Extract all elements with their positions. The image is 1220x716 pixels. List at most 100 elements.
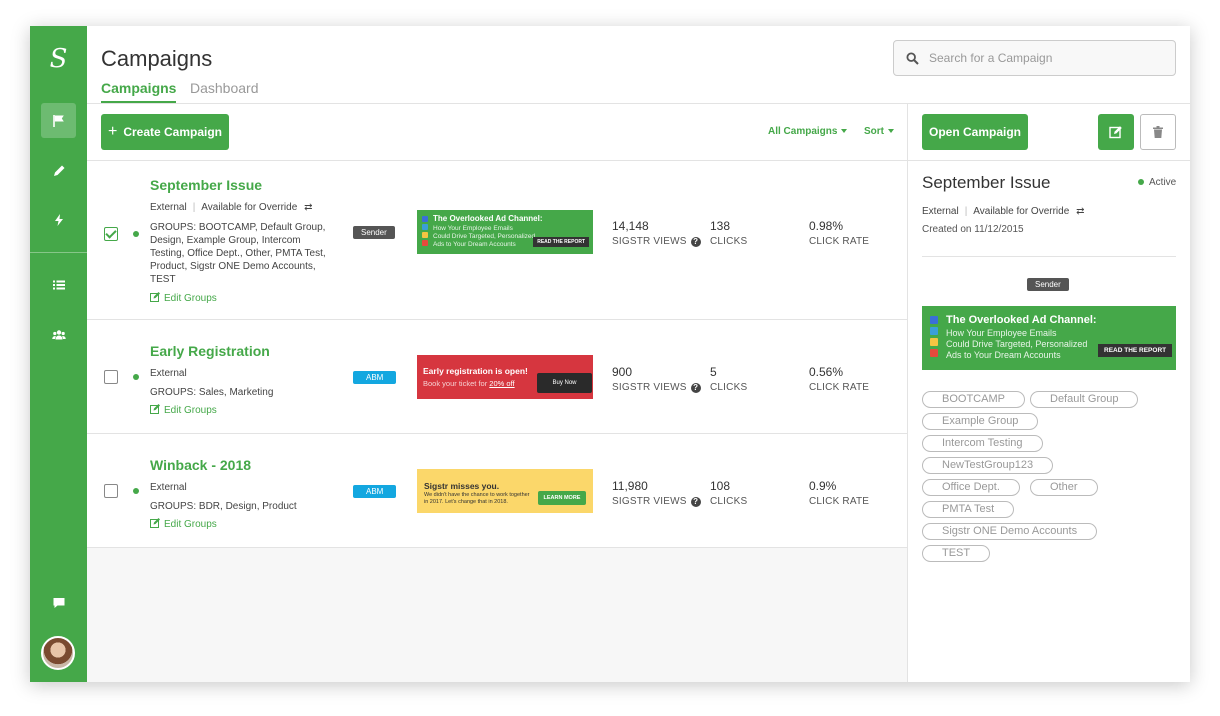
- check-icon: [930, 349, 938, 357]
- create-campaign-button[interactable]: + Create Campaign: [101, 114, 229, 150]
- nav-campaigns[interactable]: [41, 103, 76, 138]
- edit-campaign-button[interactable]: [1098, 114, 1134, 150]
- banner-line: Could Drive Targeted, Personalized: [946, 339, 1088, 349]
- campaign-list-panel: + Create Campaign All Campaigns Sort Sep…: [87, 104, 907, 682]
- active-status-dot: [1138, 179, 1144, 185]
- group-chip[interactable]: PMTA Test: [922, 501, 1015, 518]
- banner-title: The Overlooked Ad Channel:: [433, 214, 543, 223]
- active-status-dot: [133, 488, 139, 494]
- check-icon: [422, 224, 428, 230]
- nav-list[interactable]: [41, 267, 76, 302]
- views-label-text: SIGSTR VIEWS: [612, 496, 687, 507]
- views-label: SIGSTR VIEWS?: [612, 496, 701, 507]
- edit-groups-link[interactable]: Edit Groups: [150, 518, 217, 530]
- sort-label: Sort: [864, 126, 884, 137]
- views-label: SIGSTR VIEWS?: [612, 382, 701, 393]
- edit-groups-link[interactable]: Edit Groups: [150, 292, 217, 304]
- group-chip[interactable]: Example Group: [922, 413, 1039, 430]
- caret-down-icon: [888, 129, 894, 134]
- active-status-dot: [133, 231, 139, 237]
- campaign-row[interactable]: Early Registration External GROUPS: Sale…: [87, 320, 907, 434]
- caret-down-icon: [841, 129, 848, 134]
- nav-design[interactable]: [41, 153, 76, 188]
- campaign-filter-dropdown[interactable]: All Campaigns: [768, 126, 848, 137]
- group-chip[interactable]: Other: [1030, 479, 1098, 496]
- status-indicator: Active: [1138, 177, 1176, 188]
- row-checkbox[interactable]: [104, 227, 118, 241]
- search-box[interactable]: [893, 40, 1176, 76]
- campaign-name[interactable]: September Issue: [150, 177, 262, 193]
- help-icon[interactable]: ?: [690, 237, 701, 247]
- detail-toolbar: Open Campaign: [908, 104, 1190, 161]
- campaign-name[interactable]: Early Registration: [150, 343, 270, 359]
- nav-users[interactable]: [41, 317, 76, 352]
- app-window: S Campaigns Campaigns Dashboard Search f…: [30, 26, 1190, 682]
- banner-cta: READ THE REPORT: [533, 237, 589, 247]
- list-icon: [52, 280, 65, 289]
- search-input[interactable]: [929, 51, 1159, 65]
- campaign-banner[interactable]: The Overlooked Ad Channel: How Your Empl…: [417, 210, 593, 254]
- group-chip[interactable]: Office Dept.: [922, 479, 1020, 496]
- tab-campaigns[interactable]: Campaigns: [101, 80, 177, 103]
- views-value: 14,148: [612, 219, 649, 233]
- row-checkbox[interactable]: [104, 370, 118, 384]
- views-value: 900: [612, 365, 633, 379]
- edit-icon: [150, 292, 160, 302]
- check-icon: [930, 327, 938, 335]
- row-checkbox[interactable]: [104, 484, 118, 498]
- campaign-row[interactable]: September Issue External | Available for O…: [87, 161, 907, 320]
- edit-icon: [150, 518, 160, 528]
- group-chip[interactable]: TEST: [922, 545, 991, 562]
- campaign-groups: GROUPS: BOOTCAMP, Default Group, Design,…: [150, 222, 326, 285]
- override-label: Available for Override: [201, 202, 298, 213]
- create-campaign-label: Create Campaign: [123, 125, 223, 139]
- page-title: Campaigns: [101, 46, 213, 71]
- open-campaign-button[interactable]: Open Campaign: [922, 114, 1028, 150]
- sigstr-logo[interactable]: S: [30, 44, 87, 74]
- created-date: Created on 11/12/2015: [922, 224, 1024, 235]
- banner-line: How Your Employee Emails: [946, 328, 1057, 338]
- banner-line: How Your Employee Emails: [433, 225, 513, 232]
- nav-automation[interactable]: [41, 202, 76, 237]
- sidebar: S: [30, 26, 87, 682]
- nav-chat[interactable]: [41, 585, 76, 620]
- pencil-icon: [53, 165, 64, 176]
- detail-banner[interactable]: The Overlooked Ad Channel: How Your Empl…: [922, 306, 1176, 370]
- help-icon[interactable]: ?: [690, 383, 701, 393]
- banner-line: Could Drive Targeted, Personalized: [433, 233, 536, 240]
- group-chip[interactable]: BOOTCAMP: [922, 391, 1025, 408]
- group-chip[interactable]: Intercom Testing: [922, 435, 1043, 452]
- search-icon: [906, 51, 919, 65]
- campaign-type: External: [150, 482, 187, 493]
- campaign-type: External: [922, 206, 959, 217]
- banner-line: Ads to Your Dream Accounts: [946, 350, 1061, 360]
- user-avatar[interactable]: [41, 636, 75, 670]
- clicks-value: 108: [710, 479, 731, 493]
- banner-cta: READ THE REPORT: [1098, 344, 1173, 357]
- banner-cta: Buy Now: [537, 373, 592, 393]
- views-value: 11,980: [612, 479, 648, 493]
- views-label: SIGSTR VIEWS?: [612, 236, 701, 247]
- help-icon[interactable]: ?: [690, 497, 701, 507]
- group-chip[interactable]: Default Group: [1030, 391, 1139, 408]
- campaign-name[interactable]: Winback - 2018: [150, 457, 251, 473]
- meta-separator: |: [192, 202, 196, 213]
- tab-dashboard[interactable]: Dashboard: [190, 80, 259, 101]
- campaign-banner[interactable]: Early registration is open! Book your ti…: [417, 355, 593, 399]
- group-chip[interactable]: NewTestGroup123: [922, 457, 1054, 474]
- override-label: Available for Override: [973, 206, 1070, 217]
- campaign-banner[interactable]: Sigstr misses you. We didn't have the ch…: [417, 469, 593, 513]
- click-rate-value: 0.56%: [809, 365, 844, 379]
- sort-dropdown[interactable]: Sort: [864, 126, 894, 137]
- trash-icon: [1153, 126, 1163, 138]
- check-icon: [930, 316, 938, 324]
- edit-groups-link[interactable]: Edit Groups: [150, 404, 217, 416]
- campaign-row[interactable]: Winback - 2018 External GROUPS: BDR, Des…: [87, 434, 907, 548]
- campaign-detail-panel: Open Campaign September Issue Active Ext…: [907, 104, 1190, 682]
- clicks-label: CLICKS: [710, 236, 748, 247]
- group-chip[interactable]: Sigstr ONE Demo Accounts: [922, 523, 1098, 540]
- click-rate-label: CLICK RATE: [809, 382, 870, 393]
- delete-campaign-button[interactable]: [1140, 114, 1176, 150]
- check-icon: [422, 232, 428, 238]
- abm-badge: ABM: [353, 485, 397, 498]
